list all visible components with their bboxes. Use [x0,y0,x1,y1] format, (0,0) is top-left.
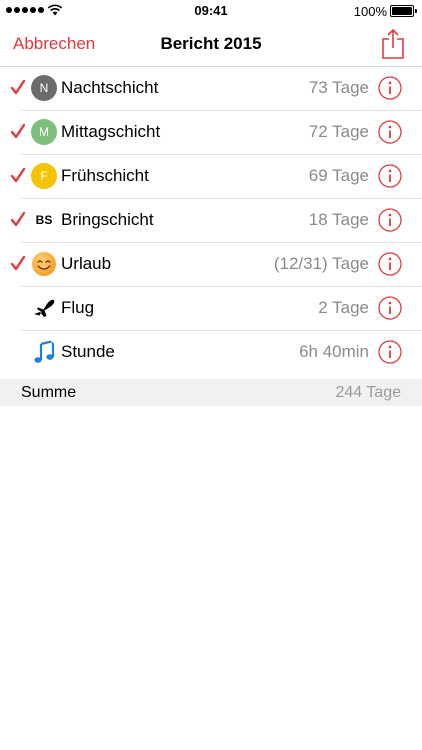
cancel-button[interactable]: Abbrechen [13,34,95,54]
list-item[interactable]: N Nachtschicht 73 Tage [0,66,422,111]
item-value: 2 Tage [318,298,369,317]
category-list: N Nachtschicht 73 Tage M Mittagschicht 72 … [0,66,422,374]
item-label: Bringschicht [61,210,154,229]
info-icon[interactable] [378,296,402,320]
item-value: (12/31) Tage [273,254,369,273]
checkmark-icon[interactable] [11,123,25,139]
item-label: Flug [61,298,95,317]
list-item[interactable]: Flug 2 Tage [0,286,422,331]
info-icon[interactable] [378,164,402,188]
checkmark-icon[interactable] [11,211,25,227]
battery-icon [390,5,417,17]
item-value: 6h 40min [299,342,369,361]
music-note-icon [34,339,55,363]
checkmark-icon[interactable] [11,255,25,271]
item-value: 18 Tage [308,210,369,229]
checkmark-icon[interactable] [11,167,25,183]
shift-badge-icon: N [31,75,57,101]
status-bar: 09:41 100% [0,0,422,22]
airplane-icon [34,299,55,317]
list-item[interactable]: M Mittagschicht 72 Tage [0,110,422,155]
item-label: Frühschicht [61,166,149,185]
list-item[interactable]: Stunde 6h 40min [0,330,422,374]
navigation-bar: Abbrechen Bericht 2015 [0,22,422,67]
battery-percent: 100% [353,4,387,19]
share-icon[interactable] [380,28,406,60]
list-item[interactable]: BS Bringschicht 18 Tage [0,198,422,243]
summary-value: 244 Tage [335,384,401,401]
info-icon[interactable] [378,208,402,232]
shift-badge-icon: M [31,119,57,145]
summary-row: Summe 244 Tage [0,379,422,406]
info-icon[interactable] [378,120,402,144]
item-label: Stunde [61,342,115,361]
summary-label: Summe [21,384,77,401]
shift-badge-icon: BS [35,213,53,227]
list-item[interactable]: Urlaub (12/31) Tage [0,242,422,287]
shift-badge-icon: F [31,163,57,189]
info-icon[interactable] [378,76,402,100]
item-label: Nachtschicht [61,78,159,97]
item-label: Urlaub [61,254,112,273]
info-icon[interactable] [378,340,402,364]
list-item[interactable]: F Frühschicht 69 Tage [0,154,422,199]
item-label: Mittagschicht [61,122,161,141]
info-icon[interactable] [378,252,402,276]
item-value: 72 Tage [308,122,369,141]
item-value: 69 Tage [308,166,369,185]
item-value: 73 Tage [308,78,369,97]
smiley-emoji-icon [32,252,56,276]
checkmark-icon[interactable] [11,79,25,95]
